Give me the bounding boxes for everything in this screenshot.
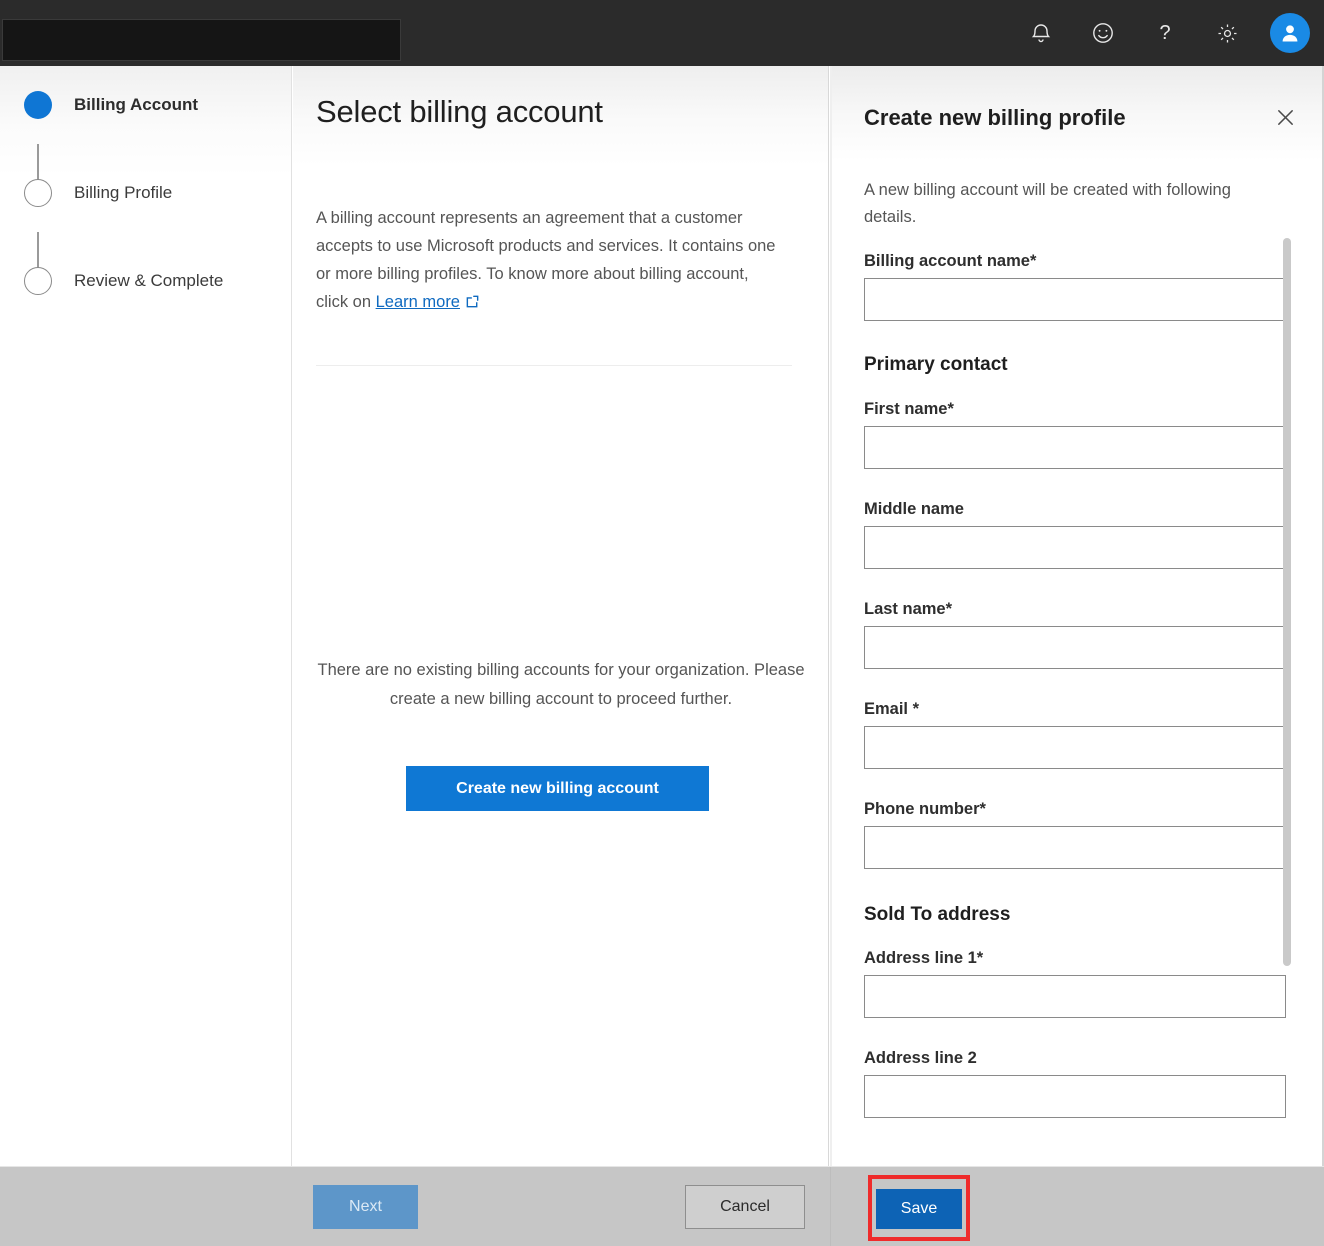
panel-description: A new billing account will be created wi… — [864, 177, 1264, 231]
external-link-icon — [465, 290, 480, 318]
section-heading-primary-contact: Primary contact — [864, 354, 1008, 376]
panel-scrollbar-thumb[interactable] — [1283, 238, 1291, 966]
stepper-label-billing-account: Billing Account — [74, 95, 198, 115]
required-asterisk: * — [947, 400, 953, 418]
field-last-name: Last name* — [864, 600, 1286, 669]
cancel-button[interactable]: Cancel — [685, 1185, 805, 1229]
step-dot-active-icon — [24, 91, 52, 119]
last-name-input[interactable] — [864, 626, 1286, 669]
label-address-line-1: Address line 1* — [864, 949, 1286, 968]
save-button[interactable]: Save — [876, 1189, 962, 1229]
required-asterisk: * — [980, 800, 986, 818]
label-phone-number: Phone number* — [864, 800, 1286, 819]
field-phone-number: Phone number* — [864, 800, 1286, 869]
next-button[interactable]: Next — [313, 1185, 418, 1229]
email-input[interactable] — [864, 726, 1286, 769]
settings-gear-icon[interactable] — [1206, 12, 1248, 54]
label-address-line-2: Address line 2 — [864, 1049, 1286, 1068]
field-address-line-2: Address line 2 — [864, 1049, 1286, 1118]
redacted-title-block — [2, 19, 401, 61]
panel-title: Create new billing profile — [864, 105, 1126, 131]
phone-number-input[interactable] — [864, 826, 1286, 869]
topbar-icon-group: ? — [1020, 0, 1310, 66]
footer-divider — [830, 1167, 831, 1246]
stepper-label-billing-profile: Billing Profile — [74, 183, 172, 203]
required-asterisk: * — [1030, 252, 1036, 270]
help-question-icon[interactable]: ? — [1144, 12, 1186, 54]
required-asterisk: * — [977, 949, 983, 967]
label-email: Email * — [864, 700, 1286, 719]
field-first-name: First name* — [864, 400, 1286, 469]
label-first-name: First name* — [864, 400, 1286, 419]
step-dot-inactive-icon — [24, 179, 52, 207]
empty-state-message: There are no existing billing accounts f… — [316, 656, 806, 714]
app-root: ? — [0, 0, 1324, 1246]
field-middle-name: Middle name — [864, 500, 1286, 569]
address-line-1-input[interactable] — [864, 975, 1286, 1018]
address-line-2-input[interactable] — [864, 1075, 1286, 1118]
create-billing-profile-panel: Create new billing profile A new billing… — [830, 66, 1324, 1166]
billing-account-name-input[interactable] — [864, 278, 1286, 321]
stepper-item-review-complete[interactable]: Review & Complete — [24, 264, 274, 298]
body-area: Billing Account Billing Profile Review &… — [0, 66, 1324, 1166]
main-content-pane: Select billing account A billing account… — [293, 66, 829, 1166]
stepper-item-billing-account[interactable]: Billing Account — [24, 88, 274, 122]
page-title: Select billing account — [316, 94, 603, 130]
content-divider — [316, 365, 792, 366]
wizard-steps: Billing Account Billing Profile Review &… — [24, 88, 274, 298]
label-last-name: Last name* — [864, 600, 1286, 619]
step-dot-inactive-icon — [24, 267, 52, 295]
section-heading-sold-to-address: Sold To address — [864, 904, 1010, 926]
svg-text:?: ? — [1159, 22, 1170, 44]
label-middle-name: Middle name — [864, 500, 1286, 519]
learn-more-link[interactable]: Learn more — [376, 293, 460, 311]
close-icon[interactable] — [1268, 100, 1302, 134]
stepper-label-review-complete: Review & Complete — [74, 271, 223, 291]
required-asterisk: * — [908, 700, 919, 718]
feedback-smiley-icon[interactable] — [1082, 12, 1124, 54]
label-billing-account-name: Billing account name* — [864, 252, 1286, 271]
footer-action-bar: Next Cancel Save — [0, 1166, 1324, 1246]
panel-scroll-area: A new billing account will be created wi… — [830, 156, 1324, 1166]
top-navigation-bar: ? — [0, 0, 1324, 66]
field-billing-account-name: Billing account name* — [864, 252, 1286, 321]
wizard-stepper-rail: Billing Account Billing Profile Review &… — [0, 66, 292, 1166]
billing-account-description: A billing account represents an agreemen… — [316, 204, 784, 318]
first-name-input[interactable] — [864, 426, 1286, 469]
required-asterisk: * — [946, 600, 952, 618]
field-email: Email * — [864, 700, 1286, 769]
middle-name-input[interactable] — [864, 526, 1286, 569]
field-address-line-1: Address line 1* — [864, 949, 1286, 1018]
notifications-icon[interactable] — [1020, 12, 1062, 54]
stepper-item-billing-profile[interactable]: Billing Profile — [24, 176, 274, 210]
create-new-billing-account-button[interactable]: Create new billing account — [406, 766, 709, 811]
account-avatar[interactable] — [1270, 13, 1310, 53]
